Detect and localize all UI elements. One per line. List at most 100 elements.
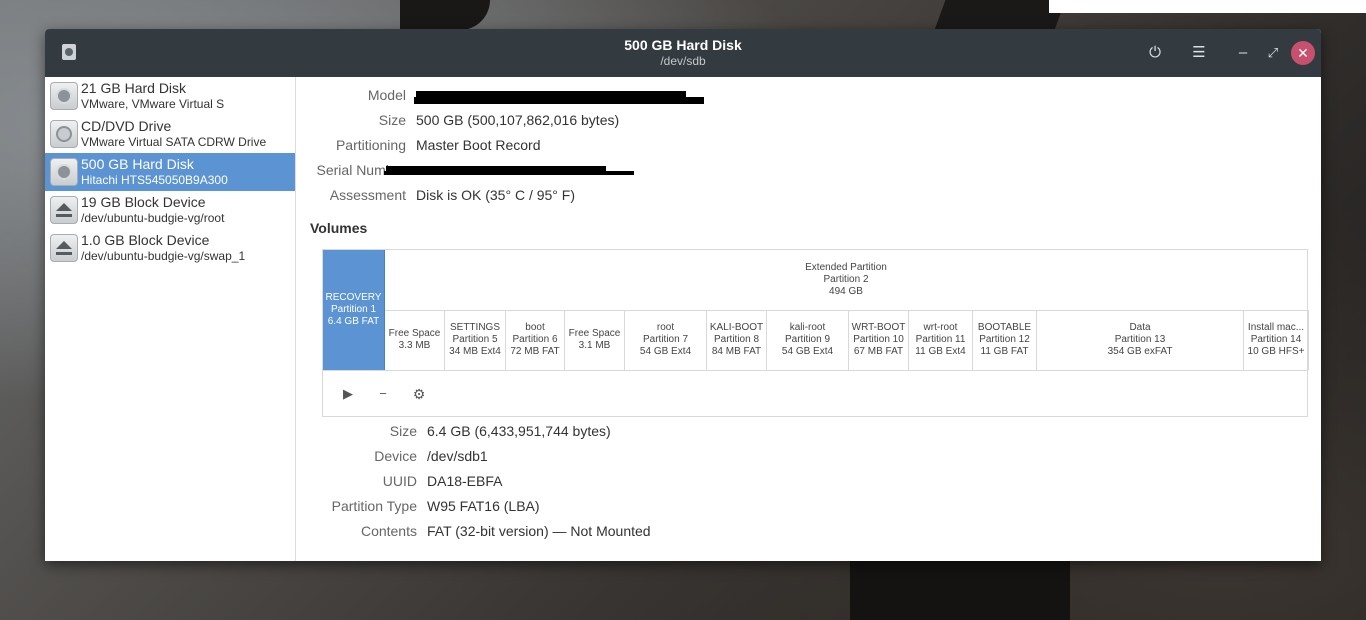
volume-partition[interactable]: boot Partition 6 72 MB FAT	[506, 310, 565, 370]
device-path: /dev/ubuntu-budgie-vg/root	[81, 211, 225, 225]
volume-map: Extended Partition Partition 2 494 GB RE…	[322, 249, 1309, 418]
extended-partition[interactable]: Extended Partition Partition 2 494 GB	[385, 250, 1307, 311]
volume-partition[interactable]: SETTINGS Partition 5 34 MB Ext4	[445, 310, 506, 370]
volume-line: WRT-BOOT	[851, 322, 906, 333]
volume-line: Partition 12	[979, 334, 1030, 345]
volume-partition[interactable]: WRT-BOOT Partition 10 67 MB FAT	[849, 310, 909, 370]
contents-label: Contents	[360, 523, 417, 539]
volume-partition[interactable]: wrt-root Partition 11 11 GB Ext4	[909, 310, 973, 370]
volume-partition[interactable]: KALI-BOOT Partition 8 84 MB FAT	[707, 310, 767, 370]
maximize-button[interactable]: ⤢	[1263, 43, 1283, 63]
background-bench	[400, 0, 490, 30]
titlebar: 500 GB Hard Disk /dev/sdb ⏻ ☰ – ⤢ ✕	[45, 29, 1321, 77]
device-label: Device	[374, 448, 417, 464]
disks-window: 500 GB Hard Disk /dev/sdb ⏻ ☰ – ⤢ ✕ 21 G…	[45, 29, 1321, 561]
background-bench-seat	[850, 560, 1070, 620]
volume-line: Free Space	[568, 328, 621, 339]
uuid-value: DA18-EBFA	[427, 473, 503, 489]
device-model: Hitachi HTS545050B9A300	[81, 173, 228, 187]
device-model: VMware, VMware Virtual S	[81, 97, 225, 111]
device-name: 19 GB Block Device	[81, 194, 206, 210]
volume-line: Partition 8	[713, 334, 760, 345]
volume-line: BOOTABLE	[977, 322, 1032, 333]
power-icon[interactable]: ⏻	[1145, 43, 1165, 63]
volume-line: root	[656, 322, 675, 333]
eject-icon	[50, 196, 78, 224]
volume-line: Partition 13	[1114, 334, 1166, 345]
partition-size-value: 6.4 GB (6,433,951,744 bytes)	[427, 423, 611, 439]
close-button[interactable]: ✕	[1291, 41, 1315, 65]
optical-drive-icon	[50, 120, 78, 148]
window-title: 500 GB Hard Disk	[624, 37, 742, 53]
device-model: VMware Virtual SATA CDRW Drive	[81, 135, 267, 149]
volume-line: 11 GB FAT	[980, 346, 1029, 357]
volume-line: KALI-BOOT	[709, 322, 764, 333]
partitioning-value: Master Boot Record	[416, 137, 541, 153]
volume-partition[interactable]: Install mac... Partition 14 10 GB HFS+	[1244, 310, 1309, 370]
volume-partition[interactable]: kali-root Partition 9 54 GB Ext4	[767, 310, 849, 370]
mount-play-icon[interactable]: ▶	[339, 385, 357, 403]
window-subtitle: /dev/sdb	[660, 54, 706, 68]
volume-line: Partition 9	[784, 334, 831, 345]
volume-line: wrt-root	[923, 322, 958, 333]
disk-details: Model Size 500 GB (500,107,862,016 bytes…	[296, 77, 1321, 561]
background-bench-leg	[934, 0, 1066, 30]
serial-redaction	[384, 171, 634, 175]
model-label: Model	[367, 87, 406, 103]
menu-icon[interactable]: ☰	[1189, 43, 1209, 63]
volume-line: Partition 11	[915, 334, 966, 345]
background-panel	[1049, 0, 1366, 13]
volume-line: Partition 1	[330, 304, 377, 315]
volume-partition[interactable]: Free Space 3.3 MB	[385, 310, 445, 370]
hard-disk-icon	[50, 158, 78, 186]
eject-icon	[50, 234, 78, 262]
volume-partition[interactable]: BOOTABLE Partition 12 11 GB FAT	[973, 310, 1037, 370]
volume-partition[interactable]: Data Partition 13 354 GB exFAT	[1037, 310, 1244, 370]
volume-line: Partition 2	[823, 274, 869, 285]
device-path: /dev/ubuntu-budgie-vg/swap_1	[81, 249, 246, 263]
volume-line: 34 MB Ext4	[449, 346, 501, 357]
sidebar-item-500gb-disk[interactable]: 500 GB Hard Disk Hitachi HTS545050B9A300	[45, 153, 295, 191]
volume-line: 3.1 MB	[578, 340, 611, 351]
volume-line: 84 MB FAT	[711, 346, 762, 357]
volume-line: Partition 14	[1250, 334, 1302, 345]
sidebar-item-1gb-block[interactable]: 1.0 GB Block Device /dev/ubuntu-budgie-v…	[45, 229, 295, 267]
delete-partition-icon[interactable]: −	[374, 385, 392, 403]
device-name: 21 GB Hard Disk	[81, 80, 187, 96]
volume-line: 354 GB exFAT	[1107, 346, 1173, 357]
volumes-heading: Volumes	[310, 220, 368, 236]
volume-line: Free Space	[388, 328, 441, 339]
assessment-value: Disk is OK (35° C / 95° F)	[416, 187, 576, 203]
assessment-label: Assessment	[329, 187, 406, 203]
volume-line: 72 MB FAT	[510, 346, 560, 357]
volume-line: Partition 6	[512, 334, 558, 345]
volume-line: 3.3 MB	[398, 340, 431, 351]
volume-partition[interactable]: Free Space 3.1 MB	[565, 310, 625, 370]
volume-partition[interactable]: root Partition 7 54 GB Ext4	[625, 310, 707, 370]
size-label: Size	[378, 112, 406, 128]
volume-line: Extended Partition	[805, 262, 887, 273]
volume-line: 11 GB Ext4	[915, 346, 966, 357]
volume-partition[interactable]: RECOVERY Partition 1 6.4 GB FAT	[323, 250, 385, 370]
device-name: CD/DVD Drive	[81, 118, 172, 134]
volume-line: Partition 5	[452, 334, 498, 345]
volume-line: 67 MB FAT	[853, 346, 904, 357]
model-redaction	[414, 97, 704, 104]
contents-value: FAT (32-bit version) — Not Mounted	[427, 523, 651, 539]
sidebar-item-cdrom[interactable]: CD/DVD Drive VMware Virtual SATA CDRW Dr…	[45, 115, 295, 153]
sidebar-item-21gb-disk[interactable]: 21 GB Hard Disk VMware, VMware Virtual S	[45, 77, 295, 115]
disk-size-value: 500 GB (500,107,862,016 bytes)	[416, 112, 620, 128]
uuid-label: UUID	[382, 473, 417, 489]
hard-disk-icon	[50, 82, 78, 110]
partition-type-value: W95 FAT16 (LBA)	[427, 498, 540, 514]
minimize-button[interactable]: –	[1233, 43, 1253, 63]
volume-line: RECOVERY	[325, 292, 382, 303]
volume-line: kali-root	[789, 322, 826, 333]
sidebar-item-19gb-block[interactable]: 19 GB Block Device /dev/ubuntu-budgie-vg…	[45, 191, 295, 229]
volume-toolbar: ▶ − ⚙	[323, 370, 1307, 418]
partition-size-label: Size	[389, 423, 417, 439]
gears-icon[interactable]: ⚙	[410, 385, 428, 403]
volume-line: boot	[525, 322, 545, 333]
volume-line: 54 GB Ext4	[639, 346, 692, 357]
volume-line: 54 GB Ext4	[781, 346, 834, 357]
